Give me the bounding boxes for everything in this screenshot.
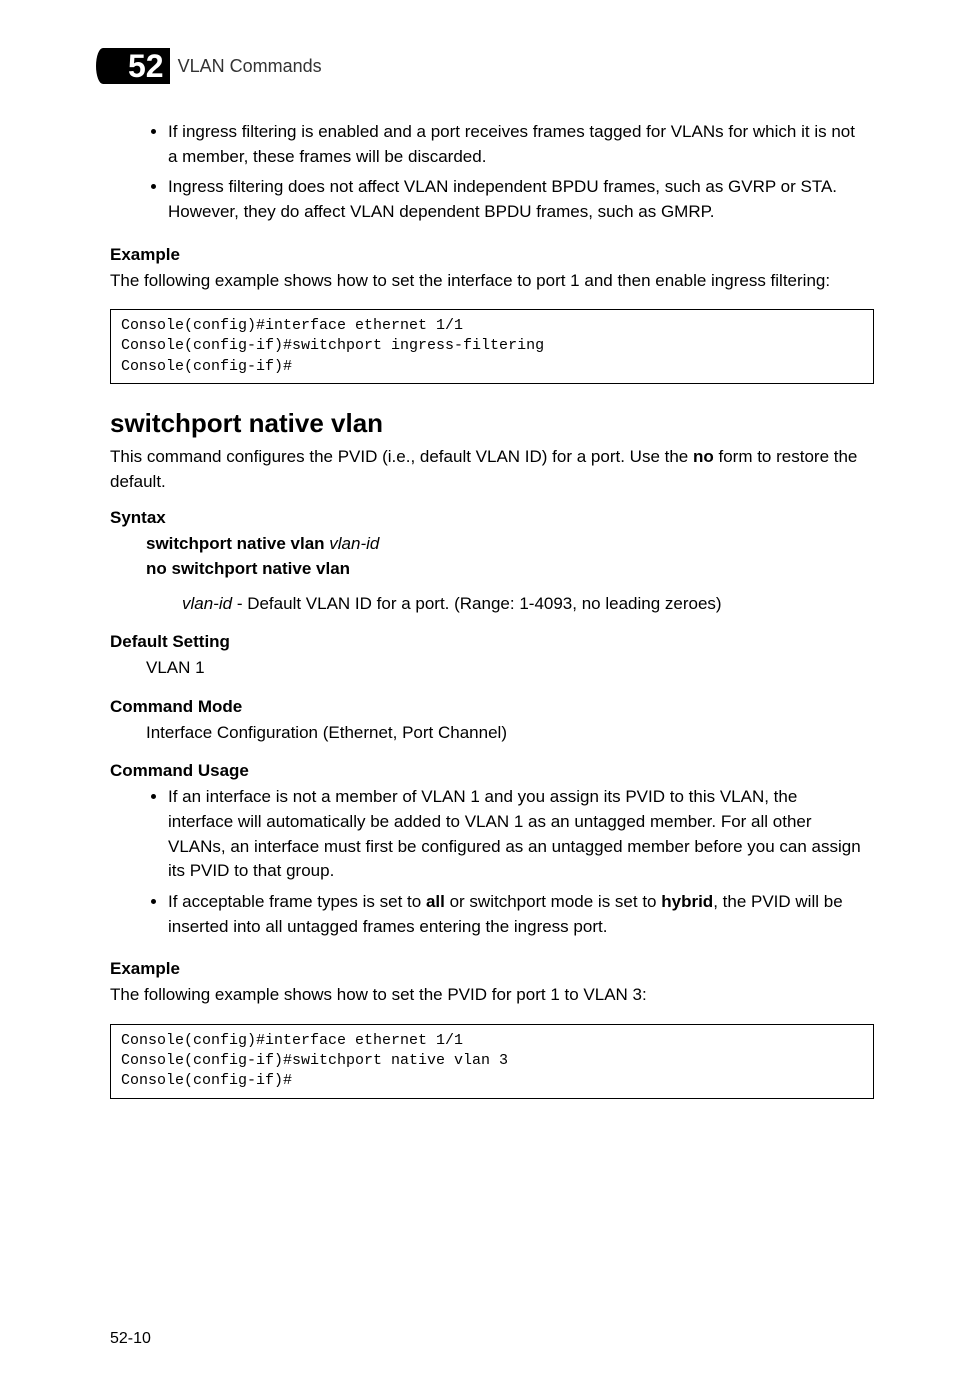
usage-bullet-list: If an interface is not a member of VLAN … [110,785,874,939]
list-item: Ingress filtering does not affect VLAN i… [168,175,874,224]
chapter-badge: 52 [110,48,170,84]
chapter-number: 52 [110,48,170,84]
list-item: If acceptable frame types is set to all … [168,890,874,939]
list-item: If ingress filtering is enabled and a po… [168,120,874,169]
command-mode-value: Interface Configuration (Ethernet, Port … [110,721,874,746]
param-desc: - Default VLAN ID for a port. (Range: 1-… [232,594,721,613]
intro-bold: no [693,447,714,466]
syntax-label: Syntax [110,508,874,528]
syntax-block: switchport native vlan vlan-id no switch… [110,532,874,616]
chapter-title: VLAN Commands [178,56,322,77]
example-intro-text: The following example shows how to set t… [110,269,874,294]
example-label: Example [110,959,874,979]
section-heading: switchport native vlan [110,408,874,439]
code-block: Console(config)#interface ethernet 1/1 C… [110,1024,874,1099]
usage-b2-bold2: hybrid [661,892,713,911]
usage-b2-mid: or switchport mode is set to [445,892,661,911]
default-setting-label: Default Setting [110,632,874,652]
top-bullet-list: If ingress filtering is enabled and a po… [110,120,874,225]
list-item: If an interface is not a member of VLAN … [168,785,874,884]
code-block: Console(config)#interface ethernet 1/1 C… [110,309,874,384]
syntax-bold: no switchport native vlan [146,559,350,578]
section-intro: This command configures the PVID (i.e., … [110,445,874,494]
example-intro-text: The following example shows how to set t… [110,983,874,1008]
usage-b2-pre: If acceptable frame types is set to [168,892,426,911]
param-name: vlan-id [182,594,232,613]
syntax-param: vlan-id - Default VLAN ID for a port. (R… [146,592,874,617]
command-mode-label: Command Mode [110,697,874,717]
syntax-line-1: switchport native vlan vlan-id [146,532,874,557]
page-number: 52-10 [110,1330,151,1348]
example-label: Example [110,245,874,265]
syntax-ital: vlan-id [329,534,379,553]
intro-pre: This command configures the PVID (i.e., … [110,447,693,466]
default-setting-value: VLAN 1 [110,656,874,681]
syntax-line-2: no switchport native vlan [146,557,874,582]
chapter-header: 52 VLAN Commands [110,48,874,84]
command-usage-label: Command Usage [110,761,874,781]
syntax-bold: switchport native vlan [146,534,329,553]
usage-b2-bold1: all [426,892,445,911]
